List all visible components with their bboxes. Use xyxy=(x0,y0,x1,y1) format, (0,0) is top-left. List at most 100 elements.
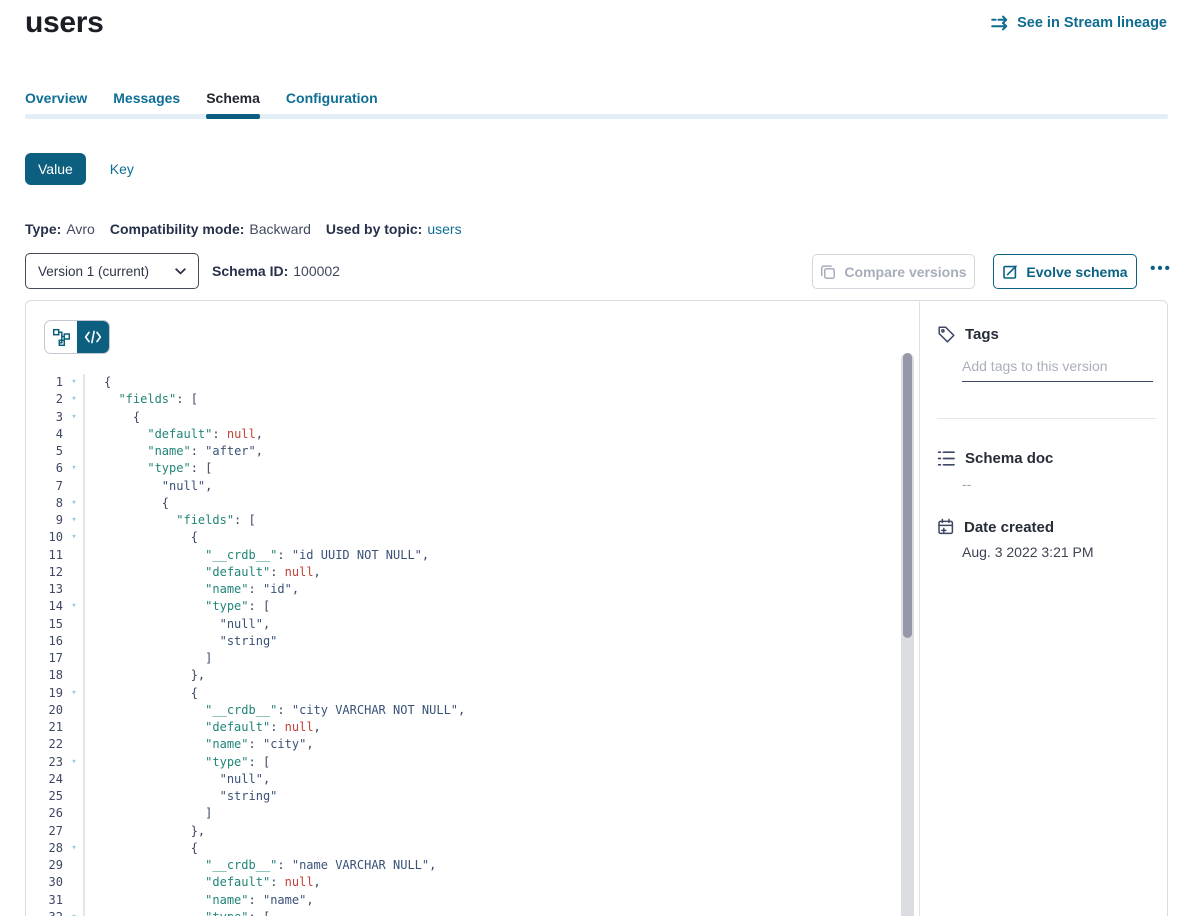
code-line: 23▾ "type": [ xyxy=(26,754,894,771)
collapse-spacer xyxy=(65,616,83,633)
schema-kind-toggle: Value Key xyxy=(25,153,134,185)
topic-link[interactable]: users xyxy=(427,221,461,237)
code-text: "default": null, xyxy=(85,719,321,736)
topic-tabs: Overview Messages Schema Configuration xyxy=(25,90,378,120)
code-view-icon xyxy=(84,330,102,344)
code-text: "name": "after", xyxy=(85,443,263,460)
code-text: ] xyxy=(85,805,212,822)
schema-id-value: 100002 xyxy=(293,263,340,279)
key-toggle-button[interactable]: Key xyxy=(110,161,134,177)
code-scrollbar-thumb[interactable] xyxy=(903,353,912,638)
sidebar-divider xyxy=(937,418,1156,419)
line-number: 15 xyxy=(26,616,65,633)
collapse-spacer xyxy=(65,443,83,460)
line-gutter: 22 xyxy=(26,736,85,753)
line-gutter: 3▾ xyxy=(26,409,85,426)
line-number: 12 xyxy=(26,564,65,581)
stream-lineage-link[interactable]: See in Stream lineage xyxy=(991,15,1167,31)
code-line: 13 "name": "id", xyxy=(26,581,894,598)
line-number: 20 xyxy=(26,702,65,719)
compatibility-label: Compatibility mode: xyxy=(110,221,245,237)
compare-versions-button[interactable]: Compare versions xyxy=(812,254,975,289)
collapse-toggle-icon[interactable]: ▾ xyxy=(65,909,83,916)
collapse-toggle-icon[interactable]: ▾ xyxy=(65,460,83,477)
date-created-value: Aug. 3 2022 3:21 PM xyxy=(962,544,1094,560)
code-text: "__crdb__": "city VARCHAR NOT NULL", xyxy=(85,702,465,719)
schema-id-label: Schema ID: xyxy=(212,263,288,279)
schema-page: users See in Stream lineage Overview Mes… xyxy=(0,0,1189,916)
code-line: 16 "string" xyxy=(26,633,894,650)
collapse-spacer xyxy=(65,478,83,495)
code-line: 12 "default": null, xyxy=(26,564,894,581)
code-line: 9▾ "fields": [ xyxy=(26,512,894,529)
line-gutter: 13 xyxy=(26,581,85,598)
line-gutter: 11 xyxy=(26,547,85,564)
code-text: "type": [ xyxy=(85,598,270,615)
collapse-spacer xyxy=(65,805,83,822)
schema-doc-value: -- xyxy=(962,476,971,492)
line-gutter: 21 xyxy=(26,719,85,736)
tab-configuration[interactable]: Configuration xyxy=(286,90,378,120)
collapse-spacer xyxy=(65,564,83,581)
code-text: "null", xyxy=(85,616,270,633)
code-line: 15 "null", xyxy=(26,616,894,633)
code-text: "type": [ xyxy=(85,754,270,771)
collapse-spacer xyxy=(65,736,83,753)
code-line: 7 "null", xyxy=(26,478,894,495)
collapse-toggle-icon[interactable]: ▾ xyxy=(65,391,83,408)
schema-sidebar: Tags Schema doc -- xyxy=(921,301,1168,916)
line-number: 1 xyxy=(26,374,65,391)
collapse-toggle-icon[interactable]: ▾ xyxy=(65,409,83,426)
code-view-button[interactable] xyxy=(77,321,109,353)
collapse-spacer xyxy=(65,788,83,805)
evolve-schema-button[interactable]: Evolve schema xyxy=(993,254,1137,289)
line-gutter: 5 xyxy=(26,443,85,460)
code-line: 29 "__crdb__": "name VARCHAR NULL", xyxy=(26,857,894,874)
tab-overview[interactable]: Overview xyxy=(25,90,87,120)
date-created-title: Date created xyxy=(964,519,1054,536)
list-icon xyxy=(937,450,956,467)
code-text: }, xyxy=(85,667,205,684)
code-line: 19▾ { xyxy=(26,685,894,702)
line-gutter: 27 xyxy=(26,823,85,840)
collapse-toggle-icon[interactable]: ▾ xyxy=(65,685,83,702)
tree-view-button[interactable] xyxy=(45,321,77,353)
collapse-spacer xyxy=(65,823,83,840)
collapse-toggle-icon[interactable]: ▾ xyxy=(65,512,83,529)
compatibility-field: Compatibility mode:Backward xyxy=(110,221,311,237)
line-number: 2 xyxy=(26,391,65,408)
collapse-toggle-icon[interactable]: ▾ xyxy=(65,754,83,771)
collapse-spacer xyxy=(65,650,83,667)
line-gutter: 30 xyxy=(26,874,85,891)
code-scrollbar-track[interactable] xyxy=(901,353,914,916)
collapse-toggle-icon[interactable]: ▾ xyxy=(65,840,83,857)
code-line: 1▾{ xyxy=(26,374,894,391)
line-gutter: 25 xyxy=(26,788,85,805)
collapse-toggle-icon[interactable]: ▾ xyxy=(65,374,83,391)
code-line: 26 ] xyxy=(26,805,894,822)
tags-title: Tags xyxy=(965,326,999,343)
line-gutter: 29 xyxy=(26,857,85,874)
code-text: "fields": [ xyxy=(85,391,198,408)
line-number: 9 xyxy=(26,512,65,529)
copy-icon xyxy=(820,264,836,280)
view-mode-toggle xyxy=(44,320,110,354)
version-select-value: Version 1 (current) xyxy=(38,264,149,279)
code-line: 11 "__crdb__": "id UUID NOT NULL", xyxy=(26,547,894,564)
value-toggle-button[interactable]: Value xyxy=(25,153,86,185)
collapse-spacer xyxy=(65,702,83,719)
more-actions-button[interactable]: ••• xyxy=(1146,251,1176,286)
collapse-spacer xyxy=(65,857,83,874)
collapse-toggle-icon[interactable]: ▾ xyxy=(65,529,83,546)
code-line: 8▾ { xyxy=(26,495,894,512)
add-tags-input[interactable] xyxy=(962,356,1153,382)
line-gutter: 19▾ xyxy=(26,685,85,702)
version-select[interactable]: Version 1 (current) xyxy=(25,253,199,289)
collapse-toggle-icon[interactable]: ▾ xyxy=(65,495,83,512)
used-by-topic-label: Used by topic: xyxy=(326,221,422,237)
collapse-toggle-icon[interactable]: ▾ xyxy=(65,598,83,615)
line-gutter: 10▾ xyxy=(26,529,85,546)
tab-messages[interactable]: Messages xyxy=(113,90,180,120)
line-gutter: 31 xyxy=(26,892,85,909)
tab-schema[interactable]: Schema xyxy=(206,90,260,120)
